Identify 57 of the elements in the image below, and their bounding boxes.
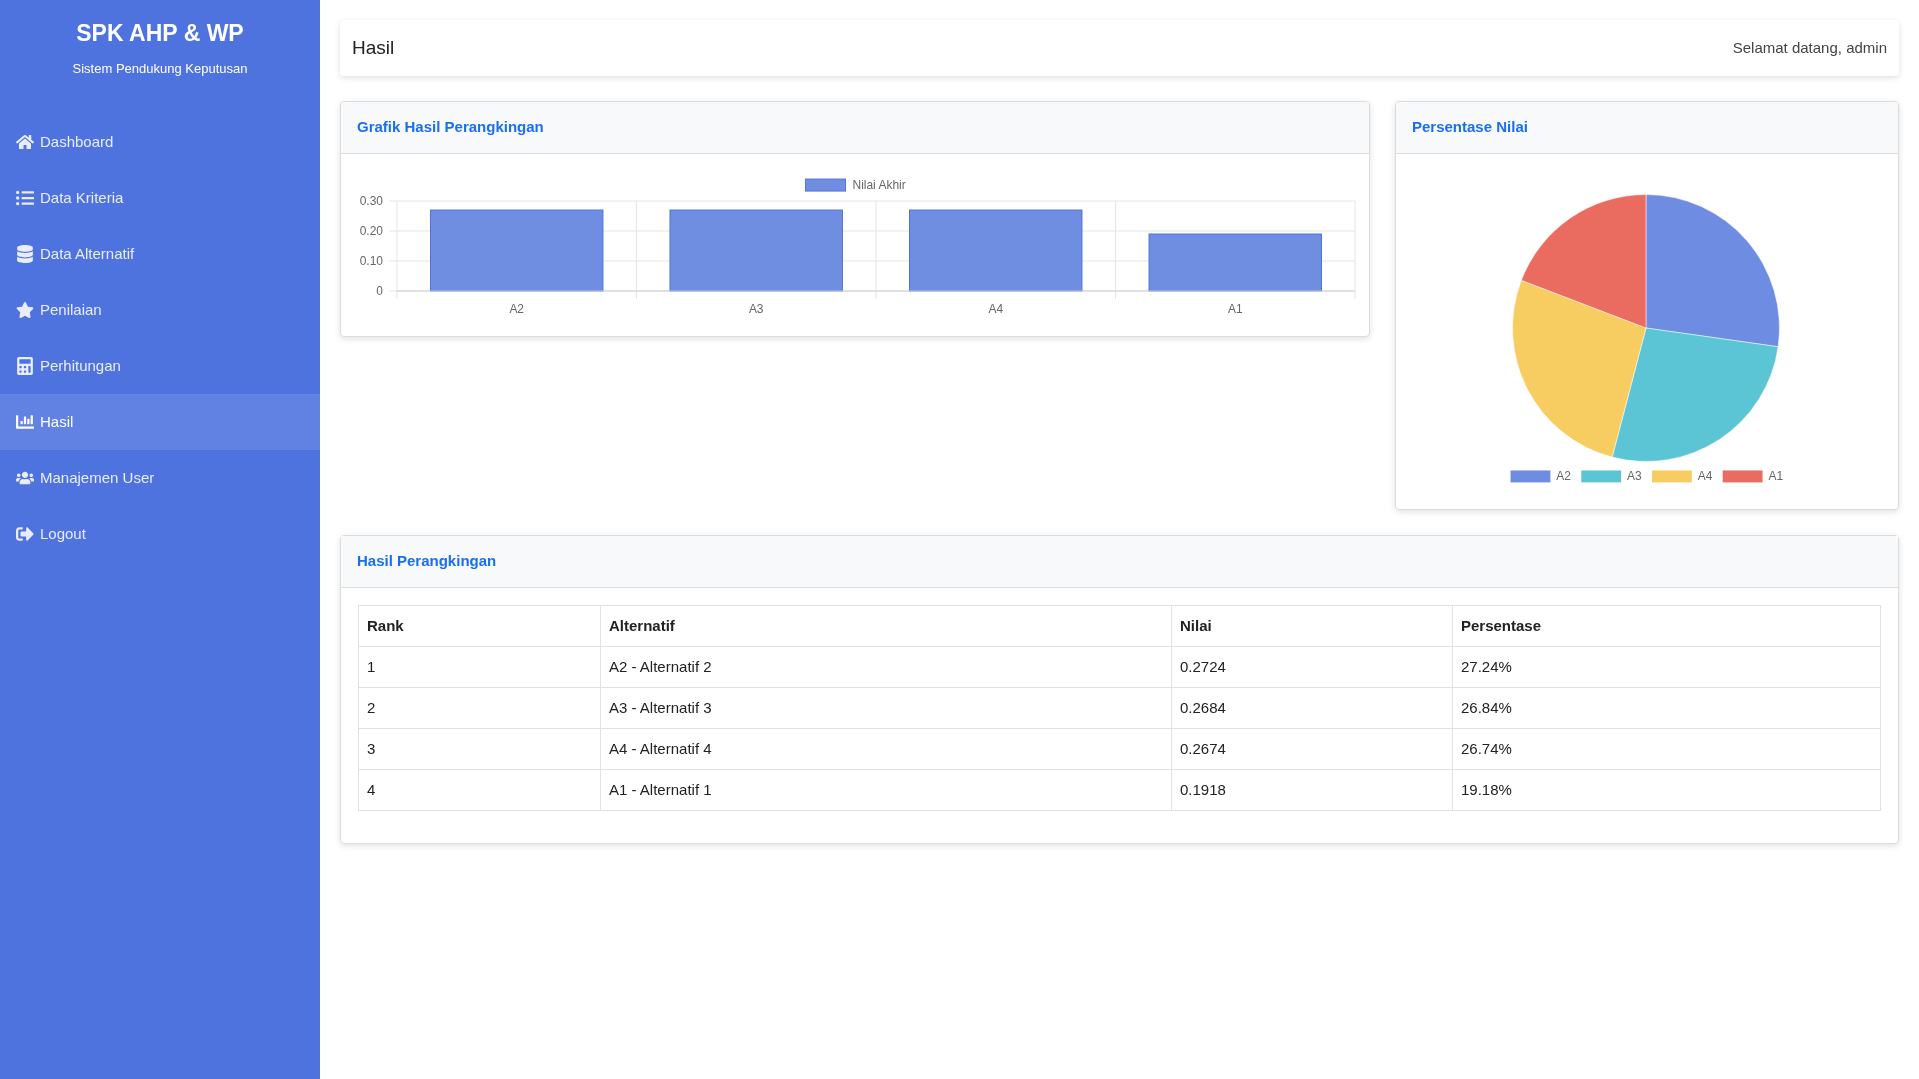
legend-label: Nilai Akhir — [852, 178, 906, 193]
page-title: Hasil — [352, 35, 395, 60]
table-cell: 0.1918 — [1171, 769, 1453, 811]
sidebar-item[interactable]: Data Kriteria — [0, 170, 320, 226]
axis-tick-label: 0.10 — [359, 254, 383, 268]
table-cell: 2 — [358, 687, 601, 729]
table-cell: 26.74% — [1452, 728, 1881, 770]
legend-swatch — [805, 178, 846, 192]
sidebar-item[interactable]: Logout — [0, 506, 320, 562]
app-title: SPK AHP & WP — [76, 19, 244, 48]
column-header: Nilai — [1171, 605, 1453, 647]
card-title: Grafik Hasil Perangkingan — [357, 117, 544, 138]
database-icon — [16, 245, 34, 263]
table-cell: A1 - Alternatif 1 — [600, 769, 1172, 811]
logout-icon — [16, 525, 34, 543]
star-icon — [16, 301, 34, 319]
table-cell: 0.2674 — [1171, 728, 1453, 770]
legend-label: A2 — [1556, 469, 1571, 484]
app-subtitle: Sistem Pendukung Keputusan — [72, 59, 248, 78]
table-cell: 1 — [358, 646, 601, 688]
axis-tick-label: 0 — [376, 283, 383, 298]
table-cell: 0.2724 — [1171, 646, 1453, 688]
users-icon — [16, 469, 34, 487]
welcome-text: Selamat datang, admin — [1732, 37, 1887, 58]
table-cell: A4 - Alternatif 4 — [600, 728, 1172, 770]
sidebar-item[interactable]: Hasil — [0, 394, 320, 450]
table-cell: 27.24% — [1452, 646, 1881, 688]
table-cell: A2 - Alternatif 2 — [600, 646, 1172, 688]
list-icon — [16, 189, 34, 207]
table-cell: 19.18% — [1452, 769, 1881, 811]
table-cell: 0.2684 — [1171, 687, 1453, 729]
legend-label: A4 — [1697, 469, 1713, 484]
table-cell: 3 — [358, 728, 601, 770]
card-title: Persentase Nilai — [1412, 117, 1528, 138]
sidebar-item[interactable]: Manajemen User — [0, 450, 320, 506]
axis-tick-label: 0.20 — [359, 224, 383, 238]
home-icon — [16, 133, 34, 151]
legend-label: A3 — [1627, 469, 1642, 484]
table-cell: 26.84% — [1452, 687, 1881, 729]
legend-label: A1 — [1768, 469, 1784, 484]
bar-chart-icon — [16, 413, 34, 431]
axis-tick-label: A4 — [988, 301, 1004, 316]
axis-tick-label: A2 — [509, 301, 524, 316]
sidebar-item[interactable]: Perhitungan — [0, 338, 320, 394]
column-header: Persentase — [1452, 605, 1881, 647]
table-cell: A3 - Alternatif 3 — [600, 687, 1172, 729]
card-title: Hasil Perangkingan — [357, 551, 497, 572]
axis-tick-label: A3 — [748, 301, 764, 316]
sidebar-item[interactable]: Dashboard — [0, 114, 320, 170]
sidebar-item[interactable]: Penilaian — [0, 282, 320, 338]
calculator-icon — [16, 357, 34, 375]
column-header: Alternatif — [600, 605, 1172, 647]
axis-tick-label: 0.30 — [359, 194, 383, 209]
table-cell: 4 — [358, 769, 601, 811]
sidebar-item[interactable]: Data Alternatif — [0, 226, 320, 282]
axis-tick-label: A1 — [1227, 301, 1243, 316]
column-header: Rank — [358, 605, 601, 647]
